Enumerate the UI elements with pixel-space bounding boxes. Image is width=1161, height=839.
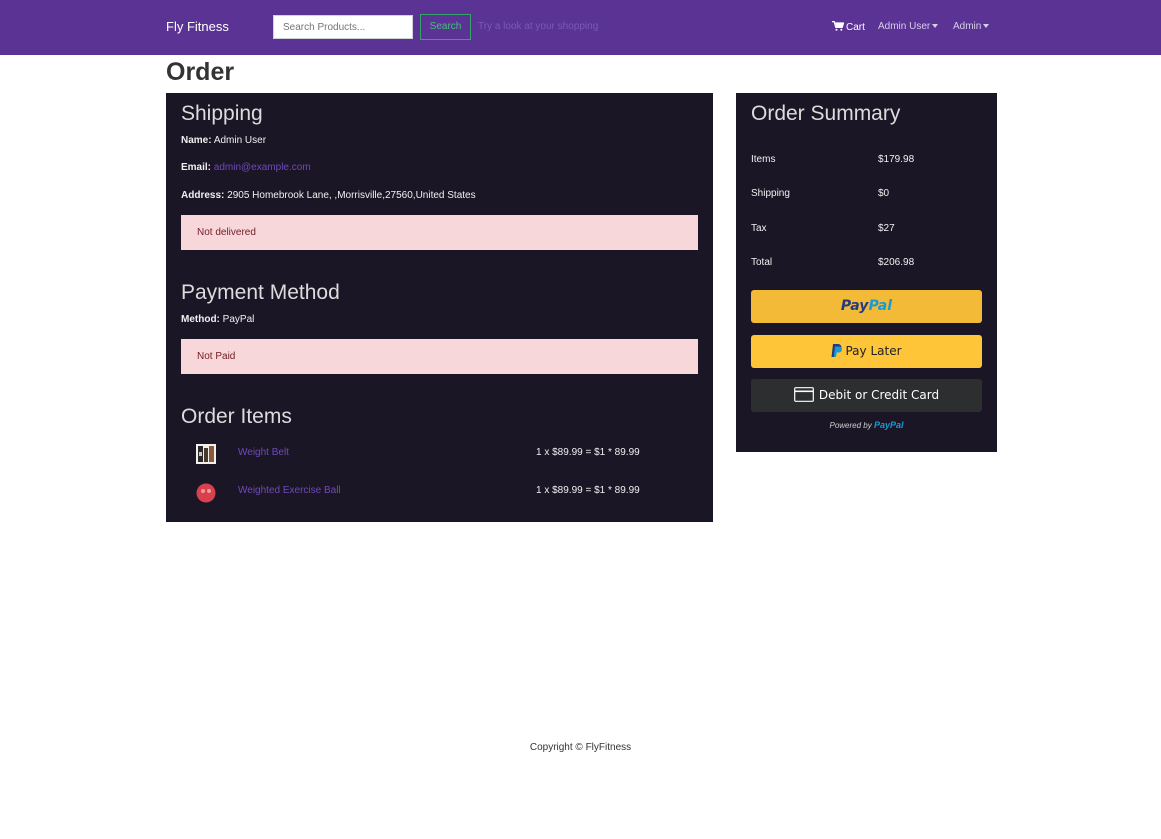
admin-dropdown[interactable]: Admin [953, 21, 990, 32]
weight-belt-image [196, 444, 216, 464]
order-details-panel: Shipping Name: Admin User Email: admin@e… [166, 93, 713, 522]
summary-shipping-label: Shipping [751, 188, 790, 199]
summary-items-value: $179.98 [878, 154, 915, 165]
shipping-address: Address: 2905 Homebrook Lane, ,Morrisvil… [181, 190, 476, 201]
shipping-heading: Shipping [181, 102, 263, 125]
powered-by-label: Powered by [829, 421, 872, 430]
order-summary-panel: Order Summary Items $179.98 Shipping $0 … [736, 93, 997, 452]
email-label: Email: [181, 162, 212, 173]
order-summary-heading: Order Summary [751, 102, 901, 125]
delivery-status-alert: Not delivered [181, 215, 698, 250]
name-label: Name: [181, 135, 212, 146]
name-value: Admin User [213, 135, 267, 146]
summary-items-label: Items [751, 154, 776, 165]
user-dropdown[interactable]: Admin User [878, 21, 939, 32]
debit-credit-card-button[interactable]: Debit or Credit Card [751, 379, 982, 412]
order-item-link[interactable]: Weighted Exercise Ball [238, 485, 341, 496]
shipping-email: Email: admin@example.com [181, 162, 311, 173]
chevron-down-icon [983, 24, 990, 29]
powered-by-brand: PayPal [873, 420, 904, 430]
powered-by-paypal: Powered by PayPal [751, 420, 982, 430]
summary-total-value: $206.98 [878, 257, 915, 268]
email-link[interactable]: admin@example.com [214, 162, 311, 173]
shipping-name: Name: Admin User [181, 135, 266, 146]
cart-link[interactable]: Cart [832, 21, 865, 33]
brand-logo[interactable]: Fly Fitness [166, 19, 229, 34]
top-navbar: Fly Fitness Search Try a look at your sh… [0, 0, 1161, 55]
paypal-p-icon [831, 344, 843, 357]
admin-dropdown-label: Admin [953, 21, 982, 32]
cart-label: Cart [846, 22, 865, 33]
address-label: Address: [181, 190, 225, 201]
summary-tax-label: Tax [751, 223, 767, 234]
summary-shipping-value: $0 [878, 188, 890, 199]
order-item-price: 1 x $89.99 = $1 * 89.99 [536, 485, 640, 496]
paypal-logo-part2: Pal [868, 298, 893, 314]
method-label: Method: [181, 314, 220, 325]
payment-method-heading: Payment Method [181, 281, 340, 304]
order-item-price: 1 x $89.99 = $1 * 89.99 [536, 447, 640, 458]
search-input[interactable] [273, 15, 413, 39]
exercise-ball-image [196, 483, 216, 503]
address-value: 2905 Homebrook Lane, ,Morrisville,27560,… [227, 190, 476, 201]
search-button[interactable]: Search [420, 14, 471, 40]
summary-tax-value: $27 [878, 223, 895, 234]
footer-copyright: Copyright © FlyFitness [529, 742, 632, 753]
credit-card-icon [794, 387, 814, 402]
paypal-button[interactable]: PayPal [751, 290, 982, 323]
order-items-heading: Order Items [181, 405, 292, 428]
page-title: Order [166, 58, 235, 86]
order-item-link[interactable]: Weight Belt [238, 447, 289, 458]
search-hint-text: Try a look at your shopping [478, 21, 599, 32]
payment-status-alert: Not Paid [181, 339, 698, 374]
payment-method: Method: PayPal [181, 314, 254, 325]
summary-total-label: Total [751, 257, 773, 268]
pay-later-label: Pay Later [845, 344, 902, 358]
chevron-down-icon [932, 24, 939, 29]
paypal-logo-part1: Pay [840, 298, 869, 314]
card-button-label: Debit or Credit Card [818, 388, 940, 402]
user-dropdown-label: Admin User [878, 21, 931, 32]
method-value: PayPal [222, 314, 255, 325]
cart-icon [832, 21, 844, 31]
paypal-pay-later-button[interactable]: Pay Later [751, 335, 982, 368]
